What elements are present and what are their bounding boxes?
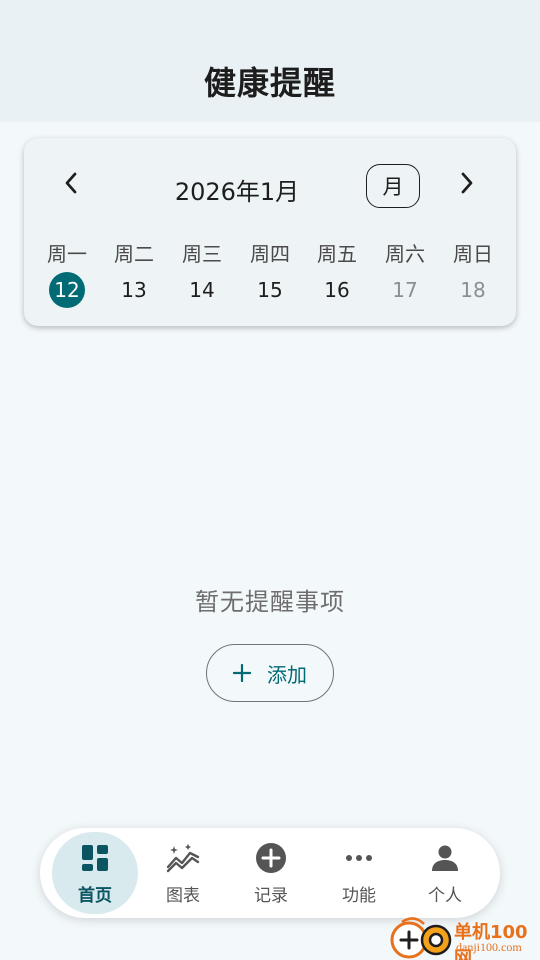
day-cell-weekend[interactable]: 18 — [455, 272, 491, 308]
weekday-sat: 周六 — [385, 242, 425, 266]
month-label: 2026年1月 — [174, 178, 300, 206]
view-mode-toggle[interactable]: 月 — [366, 164, 420, 208]
page-title: 健康提醒 — [203, 64, 336, 102]
plus-icon — [233, 664, 251, 682]
watermark: 单机100网 danji100.com — [388, 916, 538, 960]
nav-features[interactable]: 功能 — [316, 832, 402, 914]
day-cell[interactable]: 15 — [252, 272, 288, 308]
person-icon — [428, 841, 462, 875]
add-reminder-label: 添加 — [267, 662, 307, 687]
nav-home-label: 首页 — [78, 885, 112, 906]
chart-sparkle-icon — [166, 841, 200, 875]
day-cell[interactable]: 14 — [184, 272, 220, 308]
chevron-right-icon — [460, 172, 474, 198]
nav-charts-label: 图表 — [166, 885, 200, 906]
previous-week-button[interactable] — [54, 168, 88, 202]
chevron-left-icon — [64, 172, 78, 198]
day-cell[interactable]: 13 — [116, 272, 152, 308]
calendar-card: 2026年1月 月 周一 周二 周三 周四 周五 周六 周日 12 13 14 … — [24, 138, 516, 326]
add-circle-icon — [254, 841, 288, 875]
weekday-wed: 周三 — [182, 242, 222, 266]
nav-records-label: 记录 — [254, 885, 288, 906]
dashboard-icon — [78, 841, 112, 875]
day-cell[interactable]: 16 — [319, 272, 355, 308]
more-dots-icon — [342, 841, 376, 875]
empty-state-text: 暂无提醒事项 — [195, 588, 345, 616]
nav-profile-label: 个人 — [428, 885, 462, 906]
watermark-logo-icon — [388, 916, 454, 960]
nav-charts[interactable]: 图表 — [140, 832, 226, 914]
watermark-url: danji100.com — [456, 940, 522, 954]
next-week-button[interactable] — [450, 168, 484, 202]
nav-features-label: 功能 — [342, 885, 376, 906]
bottom-navigation: 首页 图表 记录 功能 个人 — [40, 828, 500, 918]
nav-home[interactable]: 首页 — [52, 832, 138, 914]
nav-profile[interactable]: 个人 — [402, 832, 488, 914]
nav-records[interactable]: 记录 — [228, 832, 314, 914]
add-reminder-button[interactable]: 添加 — [206, 644, 334, 702]
weekday-thu: 周四 — [250, 242, 290, 266]
weekday-tue: 周二 — [114, 242, 154, 266]
day-selected[interactable]: 12 — [49, 272, 85, 308]
weekday-sun: 周日 — [453, 242, 493, 266]
weekday-mon: 周一 — [47, 242, 87, 266]
day-cell-weekend[interactable]: 17 — [387, 272, 423, 308]
weekday-fri: 周五 — [317, 242, 357, 266]
